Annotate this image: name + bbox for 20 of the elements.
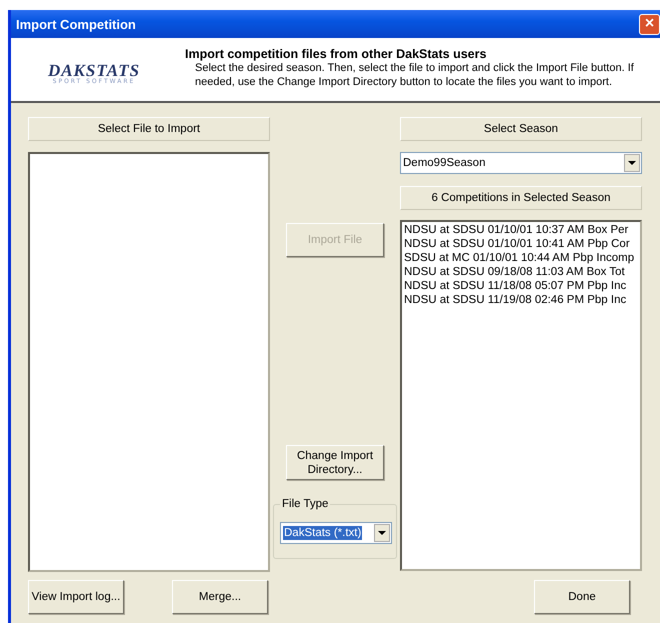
list-item[interactable]: SDSU at MC 01/10/01 10:44 AM Pbp Incomp <box>404 251 634 265</box>
panel-label: Select File to Import <box>28 117 270 141</box>
header-description: Select the desired season. Then, select the file to import and click the Import File button. If needed, use the Change Import Directory button to locate the files you want to import. <box>194 61 635 89</box>
change-directory-button[interactable]: Change Import Directory... <box>286 445 384 480</box>
panel-label: 6 Competitions in Selected Season <box>400 186 642 210</box>
list-item[interactable]: NDSU at SDSU 01/10/01 10:37 AM Box Per <box>404 223 628 237</box>
season-dropdown[interactable]: Demo99Season <box>400 152 642 174</box>
close-button[interactable]: × <box>639 14 660 34</box>
window-title: Import Competition <box>16 16 136 32</box>
group-legend: File Type <box>280 498 330 510</box>
list-item[interactable]: NDSU at SDSU 01/10/01 10:41 AM Pbp Cor <box>404 237 630 251</box>
list-item[interactable]: NDSU at SDSU 11/18/08 05:07 PM Pbp Inc <box>404 279 626 293</box>
list-item[interactable]: NDSU at SDSU 11/19/08 02:46 PM Pbp Inc <box>404 293 626 307</box>
dialog-button[interactable]: Merge... <box>172 580 268 614</box>
file-type-dropdown[interactable]: DakStats (*.txt) <box>280 522 392 544</box>
list-item[interactable]: NDSU at SDSU 09/18/08 11:03 AM Box Tot <box>404 265 625 279</box>
header-heading: Import competition files from other DakStats users <box>185 47 488 61</box>
panel-label: Select Season <box>400 117 642 141</box>
dialog-button[interactable]: Done <box>534 580 630 614</box>
dialog-button[interactable]: View Import log... <box>28 580 124 614</box>
